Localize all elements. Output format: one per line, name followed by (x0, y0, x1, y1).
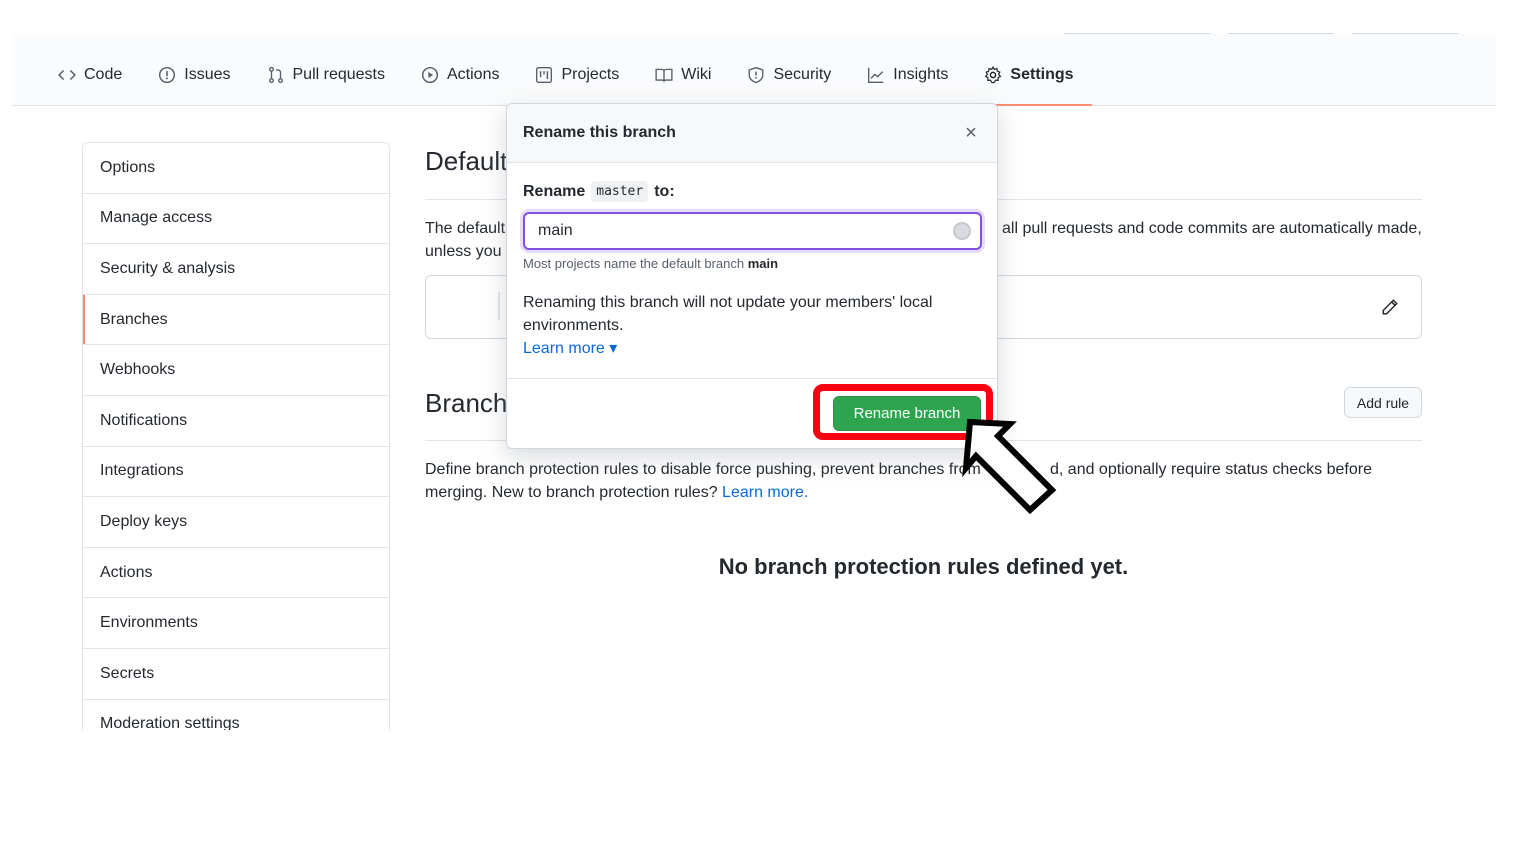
rename-warning: Renaming this branch will not update you… (523, 291, 963, 360)
screenshot-stage: Code Issues Pull requests Actions Projec… (0, 0, 1536, 865)
branch-protection-heading: Branch (425, 388, 508, 418)
hint-text: Most projects name the default branch (523, 256, 745, 271)
default-branch-desc-left-2: unless you s (425, 243, 514, 260)
tab-settings[interactable]: Settings (980, 66, 1092, 106)
default-branch-desc-left: The default (425, 220, 506, 237)
issue-icon (159, 66, 176, 84)
header-button-outline (1352, 33, 1458, 34)
sidebar-item-options[interactable]: Options (83, 143, 389, 194)
sidebar-item-deploy-keys[interactable]: Deploy keys (83, 497, 389, 548)
settings-sidebar: Options Manage access Security & analysi… (82, 142, 390, 730)
protection-desc-line1: Define branch protection rules to disabl… (425, 461, 981, 478)
new-branch-name-input[interactable] (523, 212, 982, 250)
pencil-icon[interactable] (1381, 298, 1399, 316)
protection-desc-line1-tail: d, and optionally require status checks … (1050, 461, 1372, 478)
tab-label: Actions (447, 66, 500, 83)
graph-icon (868, 67, 884, 83)
tab-insights[interactable]: Insights (867, 66, 948, 106)
sidebar-item-notifications[interactable]: Notifications (83, 396, 389, 447)
warning-text: Renaming this branch will not update you… (523, 294, 933, 334)
tab-label: Code (84, 66, 123, 83)
dialog-header: Rename this branch × (507, 104, 997, 163)
sidebar-item-actions[interactable]: Actions (83, 548, 389, 599)
tab-label: Settings (1010, 66, 1074, 83)
sidebar-item-moderation-settings[interactable]: Moderation settings (83, 700, 389, 730)
project-icon (536, 67, 553, 83)
tab-label: Projects (561, 66, 620, 83)
tab-label: Wiki (681, 66, 712, 83)
sidebar-item-manage-access[interactable]: Manage access (83, 194, 389, 245)
tab-actions[interactable]: Actions (421, 66, 499, 106)
sidebar-item-webhooks[interactable]: Webhooks (83, 345, 389, 396)
branch-name-field (446, 292, 500, 320)
add-rule-button[interactable]: Add rule (1344, 387, 1422, 418)
rename-suffix: to: (654, 182, 675, 200)
repo-nav: Code Issues Pull requests Actions Projec… (58, 66, 1110, 106)
tab-code[interactable]: Code (58, 66, 122, 106)
protection-desc-line2: merging. New to branch protection rules?… (425, 481, 808, 504)
sidebar-item-integrations[interactable]: Integrations (83, 447, 389, 498)
input-status-icon (953, 222, 971, 240)
dialog-body: Rename master to: (507, 163, 997, 202)
sidebar-item-branches[interactable]: Branches (83, 294, 389, 346)
close-icon[interactable]: × (961, 123, 981, 143)
rename-branch-button[interactable]: Rename branch (833, 396, 981, 431)
empty-state-message: No branch protection rules defined yet. (718, 554, 1129, 579)
play-icon (421, 66, 439, 84)
dialog-title: Rename this branch (523, 124, 676, 141)
rename-prefix: Rename (523, 182, 586, 200)
tab-label: Security (773, 66, 832, 83)
current-branch-chip: master (591, 181, 649, 202)
book-icon (655, 68, 673, 82)
protection-desc-text: merging. New to branch protection rules? (425, 484, 718, 501)
learn-more-link[interactable]: Learn more. (722, 484, 808, 501)
tab-projects[interactable]: Projects (535, 66, 619, 106)
default-branch-heading: Default (425, 146, 508, 176)
rename-label: Rename master to: (523, 181, 981, 202)
learn-more-dropdown[interactable]: Learn more ▾ (523, 337, 963, 360)
header-button-outline (1064, 33, 1210, 34)
sidebar-item-security-analysis[interactable]: Security & analysis (83, 244, 389, 295)
sidebar-item-secrets[interactable]: Secrets (83, 649, 389, 700)
gear-icon (985, 66, 1002, 84)
tab-security[interactable]: Security (747, 66, 831, 106)
rename-branch-dialog: Rename this branch × Rename master to: M… (506, 103, 998, 449)
tab-label: Issues (184, 66, 231, 83)
sidebar-item-environments[interactable]: Environments (83, 598, 389, 649)
hint-branch: main (747, 256, 779, 271)
default-branch-desc-right: all pull requests and code commits are a… (1002, 220, 1422, 237)
tab-label: Insights (893, 66, 949, 83)
header-button-outline (1228, 33, 1334, 34)
tab-pull-requests[interactable]: Pull requests (267, 66, 386, 106)
dialog-footer-divider (507, 378, 997, 379)
pull-request-icon (268, 66, 283, 84)
input-hint: Most projects name the default branch ma… (523, 256, 778, 271)
tab-wiki[interactable]: Wiki (655, 66, 711, 106)
shield-icon (749, 66, 764, 84)
tab-label: Pull requests (292, 66, 386, 83)
tab-issues[interactable]: Issues (158, 66, 231, 106)
code-icon (58, 69, 76, 81)
